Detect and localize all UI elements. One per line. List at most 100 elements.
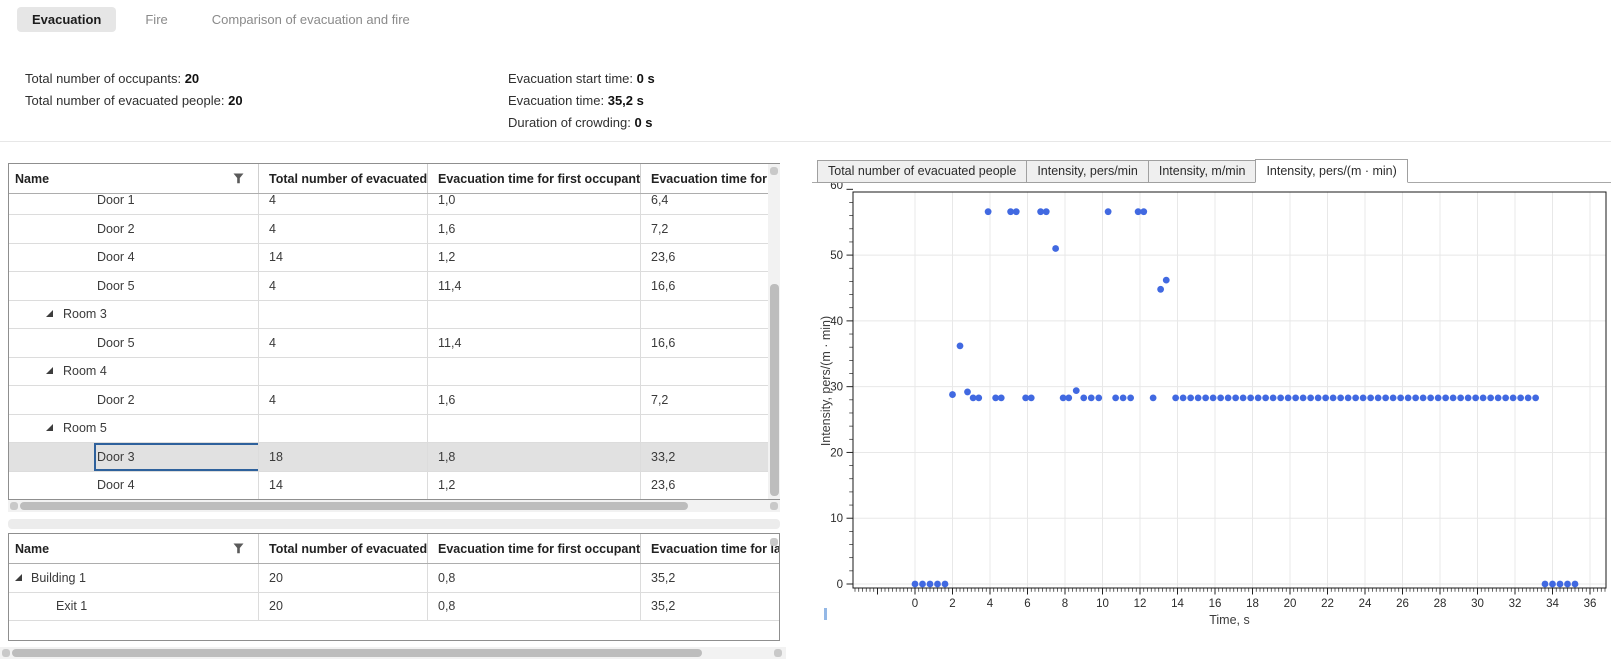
value-cell[interactable]: 1,6: [428, 386, 641, 415]
filter-icon[interactable]: [233, 543, 244, 554]
value-cell[interactable]: 16,6: [641, 272, 779, 301]
main-tab-comparison-of-evacuation-and-fire[interactable]: Comparison of evacuation and fire: [197, 7, 425, 32]
value-cell[interactable]: 7,2: [641, 386, 779, 415]
table-row[interactable]: Door 4 14 1,2 23,6: [9, 471, 779, 500]
chart-tab-0[interactable]: Total number of evacuated people: [817, 160, 1028, 183]
value-cell[interactable]: 4: [259, 272, 428, 301]
value-cell[interactable]: 1,8: [428, 443, 641, 472]
name-cell[interactable]: Door 2: [9, 386, 259, 415]
table-row[interactable]: Door 4 14 1,2 23,6: [9, 243, 779, 272]
name-cell[interactable]: Door 4: [9, 243, 259, 272]
value-cell[interactable]: 23,6: [641, 472, 779, 500]
name-cell[interactable]: Door 5: [9, 329, 259, 358]
building-table-viewport[interactable]: Building 1 20 0,8 35,2 Exit 1 20 0,8 35,2: [9, 564, 779, 640]
value-cell[interactable]: [428, 414, 641, 443]
table-row[interactable]: Exit 1 20 0,8 35,2: [9, 592, 779, 621]
value-cell[interactable]: 4: [259, 194, 428, 215]
table-row[interactable]: Building 1 20 0,8 35,2: [9, 564, 779, 593]
value-cell[interactable]: 4: [259, 215, 428, 244]
scroll-right-button[interactable]: [774, 649, 782, 657]
column-header-1[interactable]: Total number of evacuated: [259, 164, 428, 193]
value-cell[interactable]: 35,2: [641, 564, 779, 593]
value-cell[interactable]: [641, 301, 779, 329]
value-cell[interactable]: 4: [259, 329, 428, 358]
value-cell[interactable]: 0,8: [428, 564, 641, 593]
value-cell[interactable]: 20: [259, 564, 428, 593]
main-tab-evacuation[interactable]: Evacuation: [17, 7, 117, 32]
value-cell[interactable]: 33,2: [641, 443, 779, 472]
chart-tab-2[interactable]: Intensity, m/min: [1147, 160, 1257, 183]
value-cell[interactable]: 1,2: [428, 471, 641, 499]
expander-collapse-icon[interactable]: [46, 310, 53, 318]
value-cell[interactable]: 14: [259, 471, 428, 499]
table-row[interactable]: Room 3: [9, 300, 779, 329]
building-table-hscrollbar[interactable]: [0, 647, 786, 659]
value-cell[interactable]: 0,8: [428, 592, 641, 621]
column-header-2[interactable]: Evacuation time for first occupant, s: [428, 534, 641, 563]
doors-table-vscrollbar[interactable]: [768, 164, 780, 499]
scroll-right-button[interactable]: [770, 502, 778, 510]
column-header-0[interactable]: Name: [9, 164, 259, 193]
scroll-up-button[interactable]: [770, 167, 778, 175]
value-cell[interactable]: 14: [259, 243, 428, 272]
column-header-3[interactable]: Evacuation time for last occupant, s: [641, 534, 779, 563]
value-cell[interactable]: [641, 358, 779, 386]
hscroll-thumb[interactable]: [20, 502, 688, 510]
name-cell[interactable]: Room 4: [9, 357, 259, 386]
name-cell[interactable]: Room 3: [9, 300, 259, 329]
table-row[interactable]: Room 5: [9, 414, 779, 443]
vscroll-thumb[interactable]: [769, 284, 779, 496]
name-cell[interactable]: Room 5: [9, 414, 259, 443]
value-cell[interactable]: 18: [259, 443, 428, 472]
name-cell[interactable]: Door 5: [9, 272, 259, 301]
main-tab-fire[interactable]: Fire: [130, 7, 182, 32]
scroll-left-button[interactable]: [2, 649, 10, 657]
name-cell[interactable]: Door 1: [9, 194, 259, 215]
name-cell[interactable]: Door 4: [9, 471, 259, 499]
filter-icon[interactable]: [233, 173, 244, 184]
value-cell[interactable]: 7,2: [641, 215, 779, 244]
value-cell[interactable]: [259, 300, 428, 329]
building-table-scroll-button[interactable]: [770, 538, 778, 546]
value-cell[interactable]: 1,6: [428, 215, 641, 244]
table-row[interactable]: Door 2 4 1,6 7,2: [9, 215, 779, 244]
table-row[interactable]: Room 4: [9, 357, 779, 386]
value-cell[interactable]: [641, 415, 779, 443]
table-row[interactable]: Door 2 4 1,6 7,2: [9, 386, 779, 415]
value-cell[interactable]: 16,6: [641, 329, 779, 358]
table-row[interactable]: Door 5 4 11,4 16,6: [9, 329, 779, 358]
column-header-2[interactable]: Evacuation time for first occupant, s: [428, 164, 641, 193]
value-cell[interactable]: 23,6: [641, 244, 779, 272]
doors-table-hscrollbar[interactable]: [8, 500, 780, 512]
expander-collapse-icon[interactable]: [46, 424, 53, 432]
value-cell[interactable]: 11,4: [428, 329, 641, 358]
value-cell[interactable]: 1,0: [428, 194, 641, 215]
value-cell[interactable]: 11,4: [428, 272, 641, 301]
value-cell[interactable]: 1,2: [428, 243, 641, 272]
value-cell[interactable]: 6,4: [641, 194, 779, 215]
name-cell[interactable]: Door 2: [9, 215, 259, 244]
value-cell[interactable]: [428, 357, 641, 386]
value-cell[interactable]: [259, 357, 428, 386]
chart-tab-1[interactable]: Intensity, pers/min: [1026, 160, 1149, 183]
name-cell[interactable]: Building 1: [9, 564, 259, 593]
expander-collapse-icon[interactable]: [15, 573, 22, 581]
column-header-3[interactable]: Evacuation time for last occupant, s: [641, 164, 779, 193]
name-cell[interactable]: Door 3: [9, 443, 259, 472]
value-cell[interactable]: 35,2: [641, 593, 779, 621]
table-row[interactable]: Door 5 4 11,4 16,6: [9, 272, 779, 301]
table-row[interactable]: Door 3 18 1,8 33,2: [9, 443, 779, 472]
hscroll-thumb[interactable]: [12, 649, 702, 657]
table-row[interactable]: Door 1 4 1,0 6,4: [9, 194, 779, 215]
column-header-1[interactable]: Total number of evacuated: [259, 534, 428, 563]
value-cell[interactable]: [259, 414, 428, 443]
chart-tab-3[interactable]: Intensity, pers/(m · min): [1255, 159, 1408, 183]
value-cell[interactable]: [428, 300, 641, 329]
column-header-0[interactable]: Name: [9, 534, 259, 563]
name-cell[interactable]: Exit 1: [9, 592, 259, 621]
scroll-left-button[interactable]: [10, 502, 18, 510]
doors-table-viewport[interactable]: Door 1 4 1,0 6,4 Door 2 4 1,6 7,2 Door 4 14 1,2 23,…: [9, 194, 779, 500]
expander-collapse-icon[interactable]: [46, 367, 53, 375]
value-cell[interactable]: 20: [259, 592, 428, 621]
value-cell[interactable]: 4: [259, 386, 428, 415]
